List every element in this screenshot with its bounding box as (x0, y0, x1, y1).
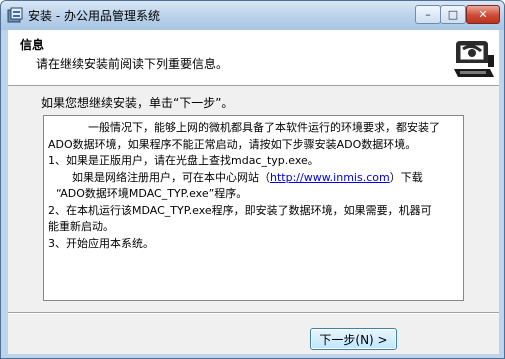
maximize-button[interactable]: □ (440, 5, 466, 24)
next-button[interactable]: 下一步(N) > (310, 328, 397, 350)
window-title: 安装 - 办公用品管理系统 (28, 9, 160, 23)
memo-line: 一般情况下，能够上网的微机都具备了本软件运行的环境要求，都安装了 (88, 121, 440, 134)
maximize-icon: □ (447, 8, 459, 21)
memo-line-with-link: 如果是网络注册用户，可在本中心网站（http://www.inmis.com）下… (48, 170, 457, 187)
memo-text: ）下载 (389, 170, 423, 184)
close-icon: ✕ (478, 8, 488, 21)
installer-window: 安装 - 办公用品管理系统 – □ ✕ 信息 请在继续安装前阅读下列重要信息。 (0, 0, 505, 359)
next-button-label: 下一步(N) > (319, 332, 388, 347)
wizard-header: 信息 请在继续安装前阅读下列重要信息。 (8, 30, 499, 86)
memo-line: 1、如果是正版用户，请在光盘上查找mdac_typ.exe。 (48, 154, 319, 167)
footer-divider (8, 312, 499, 314)
page-title: 信息 (20, 38, 45, 52)
title-bar[interactable]: 安装 - 办公用品管理系统 – □ ✕ (1, 1, 504, 30)
close-button[interactable]: ✕ (466, 5, 500, 24)
continue-prompt: 如果您想继续安装，单击“下一步”。 (41, 96, 234, 110)
memo-text: 如果是网络注册用户，可在本中心网站（ (72, 170, 270, 184)
memo-line: 能重新启动。 (48, 220, 114, 233)
memo-line: “ADO数据环境MDAC_TYP.exe”程序。 (56, 187, 248, 200)
setup-app-icon (7, 7, 23, 23)
website-link[interactable]: http://www.inmis.com (270, 171, 390, 184)
install-computer-icon (450, 33, 498, 83)
memo-line: ADO数据环境，如果程序不能正常启动，请按如下步骤安装ADO数据环境。 (48, 137, 417, 151)
info-memo[interactable]: 一般情况下，能够上网的微机都具备了本软件运行的环境要求，都安装了 ADO数据环境… (43, 115, 464, 301)
minimize-icon: – (425, 8, 431, 21)
memo-line: 2、在本机运行该MDAC_TYP.exe程序，即安装了数据环境，如果需要，机器可 (48, 203, 432, 217)
minimize-button[interactable]: – (415, 5, 441, 24)
wizard-page: 信息 请在继续安装前阅读下列重要信息。 如果您想继续安装，单击“下一步”。 一般… (8, 30, 499, 354)
page-subtitle: 请在继续安装前阅读下列重要信息。 (36, 57, 229, 71)
memo-line: 3、开始应用本系统。 (48, 236, 154, 250)
